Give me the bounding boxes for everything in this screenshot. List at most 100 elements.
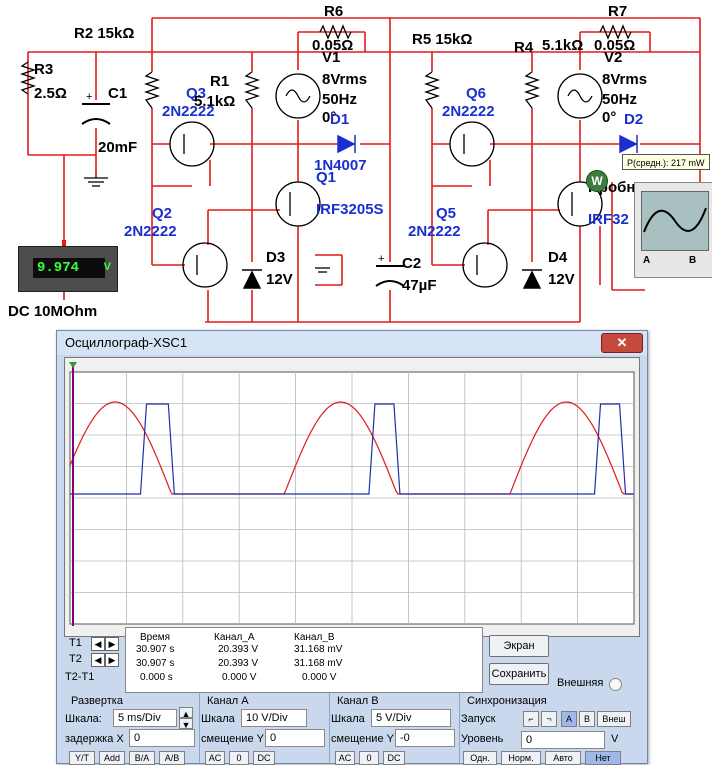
v2-rms: 8Vrms — [602, 71, 648, 88]
save-button[interactable]: Сохранить — [489, 663, 549, 685]
timebase-down-icon[interactable]: ▼ — [179, 718, 193, 730]
trigger-source-b[interactable]: B — [579, 711, 595, 727]
readout-header-chb: Канал_B — [294, 632, 335, 643]
oscilloscope-screen[interactable] — [64, 357, 640, 637]
scope-terminal-a[interactable]: A — [643, 255, 650, 266]
trigger-mode-none[interactable]: Нет — [585, 751, 621, 765]
channel-b-title: Канал B — [337, 695, 379, 707]
t2-right-arrow-icon[interactable]: ▶ — [105, 653, 119, 667]
channel-b-dc-button[interactable]: DC — [383, 751, 405, 765]
multimeter[interactable]: 9.974 V — [18, 246, 118, 292]
r1-label: R1 — [210, 73, 230, 90]
v1-label: V1 — [322, 49, 341, 66]
d3-value: 12V — [266, 271, 293, 288]
ext-trigger-label: Внешняя — [557, 677, 604, 689]
trigger-source-ext[interactable]: Внеш — [597, 711, 631, 727]
svg-text:+: + — [86, 91, 92, 103]
readout-diff-chb: 0.000 V — [302, 672, 337, 683]
channel-a-zero-button[interactable]: 0 — [229, 751, 249, 765]
r1-value: 5.1kΩ — [194, 93, 236, 110]
trigger-title: Синхронизация — [467, 695, 547, 707]
r3-value: 2.5Ω — [34, 85, 67, 102]
t1-right-arrow-icon[interactable]: ▶ — [105, 637, 119, 651]
window-titlebar[interactable]: Осциллограф-XSC1 ✕ — [57, 331, 647, 355]
readout-diff-cha: 0.000 V — [222, 672, 257, 683]
channel-b-ypos-label: смещение Y — [331, 733, 394, 745]
channel-a-dc-button[interactable]: DC — [253, 751, 275, 765]
readout-diff-time: 0.000 s — [140, 672, 173, 683]
q6-type: 2N2222 — [442, 103, 495, 120]
mode-ba-button[interactable]: B/A — [129, 751, 155, 765]
scope-terminal-b[interactable]: B — [689, 255, 696, 266]
oscilloscope-window[interactable]: Осциллограф-XSC1 ✕ T1 T2 T2-T1 ◀ ▶ ◀ ▶ В… — [56, 330, 648, 765]
r4-value: 5.1kΩ — [542, 37, 584, 54]
d2-label: D2 — [624, 111, 644, 128]
r5-label: R5 15kΩ — [412, 31, 473, 48]
q1-label: Q1 — [316, 169, 337, 186]
timebase-scale-field[interactable]: 5 ms/Div — [113, 709, 177, 727]
wattmeter-probe-icon[interactable]: W — [586, 170, 608, 192]
t1-left-arrow-icon[interactable]: ◀ — [91, 637, 105, 651]
t2-left-arrow-icon[interactable]: ◀ — [91, 653, 105, 667]
readout-t2-time: 30.907 s — [136, 658, 175, 669]
multimeter-unit: V — [103, 261, 111, 273]
q4-type: IRF32 — [588, 211, 629, 228]
trigger-mode-normal[interactable]: Норм. — [501, 751, 541, 765]
r4-label: R4 — [514, 39, 534, 56]
q2-type: 2N2222 — [124, 223, 177, 240]
trigger-level-field[interactable]: 0 — [521, 731, 605, 749]
channel-a-title: Канал A — [207, 695, 249, 707]
trigger-level-unit: V — [611, 733, 619, 745]
r7-label: R7 — [608, 3, 628, 20]
v1-frequency: 50Hz — [322, 91, 358, 108]
channel-b-ac-button[interactable]: AC — [335, 751, 355, 765]
readout-t2-chb: 31.168 mV — [294, 658, 343, 669]
r3-label: R3 — [34, 61, 54, 78]
c1-value: 20mF — [98, 139, 138, 156]
q1-type: IRF3205S — [316, 201, 384, 218]
trigger-source-a[interactable]: A — [561, 711, 577, 727]
mode-add-button[interactable]: Add — [99, 751, 125, 765]
mode-yt-button[interactable]: Y/T — [69, 751, 95, 765]
channel-a-scale-field[interactable]: 10 V/Div — [241, 709, 307, 727]
trigger-mode-single[interactable]: Одн. — [463, 751, 497, 765]
q5-type: 2N2222 — [408, 223, 461, 240]
dc-resistance-label: DC 10MOhm — [8, 303, 98, 320]
oscilloscope-icon-screen — [641, 191, 709, 251]
r2-label: R2 15kΩ — [74, 25, 135, 42]
channel-a-ac-button[interactable]: AC — [205, 751, 225, 765]
v2-frequency: 50Hz — [602, 91, 638, 108]
oscilloscope-component-icon[interactable]: A B — [634, 182, 712, 278]
timebase-up-icon[interactable]: ▲ — [179, 707, 193, 719]
channel-a-ypos-field[interactable]: 0 — [265, 729, 325, 747]
readout-t2-cha: 20.393 V — [218, 658, 259, 669]
channel-b-ypos-field[interactable]: -0 — [395, 729, 455, 747]
ext-trigger-radio[interactable] — [609, 678, 622, 691]
cursor-t1-handle[interactable] — [69, 362, 77, 368]
d4-label: D4 — [548, 249, 568, 266]
window-title: Осциллограф-XSC1 — [65, 335, 188, 350]
channel-b-scale-field[interactable]: 5 V/Div — [371, 709, 451, 727]
close-button[interactable]: ✕ — [601, 333, 643, 353]
reverse-button[interactable]: Экран — [489, 635, 549, 657]
rising-edge-icon[interactable]: ⌐ — [523, 711, 539, 727]
mode-ab-button[interactable]: A/B — [159, 751, 185, 765]
c2-value: 47µF — [402, 277, 437, 294]
c2-label: C2 — [402, 255, 422, 272]
measurement-readout: Время Канал_A Канал_B 30.907 s 20.393 V … — [125, 627, 483, 693]
falling-edge-icon[interactable]: ¬ — [541, 711, 557, 727]
d4-value: 12V — [548, 271, 575, 288]
t1-label: T1 — [69, 637, 82, 649]
timebase-xpos-field[interactable]: 0 — [129, 729, 195, 747]
r6-label: R6 — [324, 3, 344, 20]
channel-b-zero-button[interactable]: 0 — [359, 751, 379, 765]
svg-text:+: + — [378, 253, 384, 265]
trigger-mode-auto[interactable]: Авто — [545, 751, 581, 765]
readout-t1-time: 30.907 s — [136, 644, 175, 655]
v2-phase: 0° — [602, 109, 617, 126]
waveform-plot[interactable] — [65, 358, 639, 636]
timebase-scale-label: Шкала: — [65, 713, 102, 725]
trigger-edge-label: Запуск — [461, 713, 496, 725]
channel-b-scale-label: Шкала — [331, 713, 365, 725]
timebase-title: Развертка — [71, 695, 123, 707]
